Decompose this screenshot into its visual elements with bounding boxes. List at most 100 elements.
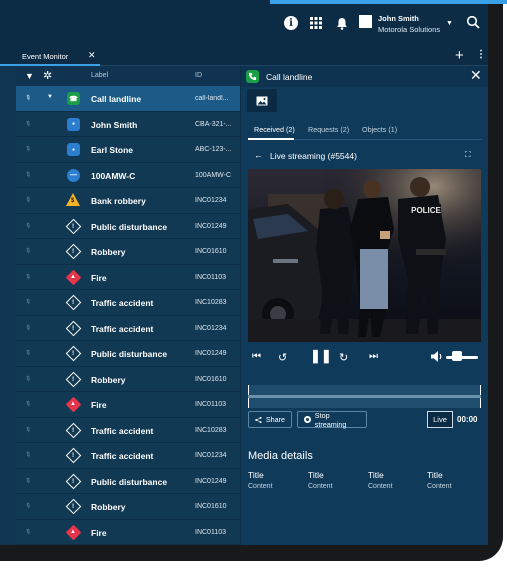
subtab-requests[interactable]: Requests (2): [308, 125, 349, 134]
fullscreen-icon[interactable]: ⛶: [465, 150, 471, 160]
filter-icon[interactable]: ▼: [25, 71, 34, 81]
subtab-active-indicator: [248, 138, 294, 140]
pin-icon[interactable]: ✎: [23, 170, 32, 179]
user-name[interactable]: John Smith: [378, 14, 419, 23]
list-item[interactable]: ✎ ▼ ☎ Call landline call-landl...: [16, 86, 240, 112]
user-organization[interactable]: Motorola Solutions: [378, 25, 440, 34]
forward-10-icon[interactable]: ↻: [339, 351, 348, 364]
chevron-down-icon[interactable]: ▼: [446, 20, 453, 27]
list-item-id: INC01103: [195, 528, 227, 536]
column-header-label[interactable]: Label: [91, 72, 108, 79]
police-label: POLICE: [411, 206, 441, 215]
list-item-id: INC01103: [195, 401, 227, 408]
list-item-label: Robbery: [91, 247, 126, 257]
list-item[interactable]: ✎! Traffic accident INC10283: [16, 290, 240, 316]
pin-icon[interactable]: ✎: [23, 323, 32, 332]
media-detail-value: Content: [248, 483, 273, 490]
phone-icon: [246, 70, 259, 83]
pin-icon[interactable]: ✎: [23, 246, 32, 256]
volume-slider-handle[interactable]: [452, 351, 463, 361]
stop-streaming-button[interactable]: Stop streaming: [297, 410, 367, 429]
pin-icon[interactable]: ✎: [23, 297, 32, 307]
media-tab[interactable]: [247, 89, 277, 112]
list-item-id: ABC-123-...: [195, 146, 232, 153]
pin-icon[interactable]: ✎: [23, 527, 32, 536]
list-item-id: INC01234: [195, 197, 227, 204]
pause-icon[interactable]: ❚❚: [310, 348, 332, 364]
expand-caret-icon[interactable]: ▼: [47, 94, 53, 100]
top-bar: i John Smith Motorola Solutions ▼: [0, 0, 488, 45]
pin-icon[interactable]: ✎: [23, 425, 32, 434]
list-item-id: CBA-321-...: [195, 120, 232, 128]
add-tab-button[interactable]: +: [455, 47, 464, 64]
exclamation-icon: !: [72, 426, 75, 434]
list-item-id: INC01234: [195, 324, 227, 332]
pin-icon[interactable]: ✎: [23, 195, 32, 205]
bell-icon[interactable]: [334, 15, 350, 31]
tab-event-monitor[interactable]: Event Monitor: [0, 45, 100, 66]
stop-streaming-label: Stop streaming: [314, 410, 347, 429]
media-detail-key: Title: [308, 470, 324, 480]
rewind-10-icon[interactable]: ↺: [278, 351, 287, 364]
pin-icon[interactable]: ✎: [23, 272, 32, 281]
media-detail-item: Title Content: [308, 470, 333, 490]
list-item[interactable]: ✎! Robbery INC01610: [16, 494, 240, 520]
pin-icon[interactable]: ✎: [23, 399, 32, 409]
live-button[interactable]: Live: [427, 411, 453, 428]
person-icon: ●: [67, 143, 80, 156]
list-item-label: Traffic accident: [91, 425, 154, 436]
pin-icon[interactable]: ✎: [23, 501, 32, 511]
list-item[interactable]: ✎ ▲ Fire INC01103: [16, 392, 240, 418]
close-tab-icon[interactable]: ✕: [88, 50, 96, 61]
list-item-label: Traffic accident: [91, 298, 154, 308]
list-header: ▼ ✲ Label ID: [16, 66, 240, 86]
subtab-received[interactable]: Received (2): [254, 125, 295, 134]
pin-icon[interactable]: ✎: [23, 119, 32, 128]
share-button[interactable]: Share: [248, 411, 292, 428]
more-options-icon[interactable]: ⋮: [476, 49, 486, 60]
column-header-id[interactable]: ID: [195, 72, 202, 79]
close-icon[interactable]: ✕: [470, 67, 482, 84]
list-item[interactable]: ✎ ▲ Fire INC01103: [16, 265, 240, 290]
pin-icon[interactable]: ✎: [23, 144, 32, 154]
list-item[interactable]: ✎! Traffic accident INC01234: [16, 316, 240, 341]
avatar[interactable]: [359, 15, 372, 28]
pin-icon[interactable]: ✎: [23, 348, 32, 358]
gear-icon[interactable]: ✲: [43, 69, 52, 82]
list-item[interactable]: ✎ $ Bank robbery INC01234: [16, 188, 240, 214]
pin-icon[interactable]: ✎: [23, 374, 32, 383]
list-item[interactable]: ✎! Public disturbance INC01249: [16, 469, 240, 494]
video-player[interactable]: POLICE: [248, 169, 481, 342]
list-item-label: Call landline: [91, 94, 142, 104]
pin-icon[interactable]: ✎: [23, 93, 32, 103]
pin-icon[interactable]: ✎: [23, 221, 32, 230]
skip-next-icon[interactable]: ⏭: [369, 351, 378, 362]
list-item-label: Robbery: [91, 374, 126, 385]
subtab-objects[interactable]: Objects (1): [362, 125, 397, 134]
search-icon[interactable]: [466, 15, 480, 29]
back-arrow-icon[interactable]: ←: [254, 150, 263, 160]
grid-icon[interactable]: [308, 15, 324, 31]
list-item[interactable]: ✎! Public disturbance INC01249: [16, 214, 240, 239]
list-item[interactable]: ✎! Public disturbance INC01249: [16, 341, 240, 367]
detail-panel: Call landline ✕ Received (2) Requests (2…: [240, 66, 488, 545]
skip-previous-icon[interactable]: ⏮: [252, 351, 261, 362]
pin-icon[interactable]: ✎: [23, 476, 32, 485]
list-item[interactable]: ✎! Traffic accident INC10283: [16, 418, 240, 443]
list-item[interactable]: ✎ ● John Smith CBA-321-...: [16, 112, 240, 137]
list-item[interactable]: ✎ ● Earl Stone ABC-123-...: [16, 137, 240, 163]
list-item[interactable]: ✎ — 100AMW-C 100AMW-C: [16, 163, 240, 188]
list-item[interactable]: ✎! Traffic accident INC01234: [16, 443, 240, 469]
list-item-id: INC10283: [195, 299, 227, 306]
list-item-label: Public disturbance: [91, 221, 168, 232]
share-label: Share: [265, 415, 285, 424]
phone-icon: ☎: [67, 92, 80, 105]
flame-icon: ▲: [70, 273, 76, 280]
pin-icon[interactable]: ✎: [23, 450, 32, 460]
list-item[interactable]: ✎ ▲ Fire INC01103: [16, 520, 240, 545]
volume-icon[interactable]: [431, 351, 444, 365]
list-item[interactable]: ✎! Robbery INC01610: [16, 367, 240, 392]
info-icon[interactable]: i: [284, 16, 298, 30]
event-list: ▼ ✲ Label ID ✎ ▼ ☎ Call landline call-landl.…: [16, 66, 240, 545]
list-item[interactable]: ✎! Robbery INC01610: [16, 239, 240, 265]
